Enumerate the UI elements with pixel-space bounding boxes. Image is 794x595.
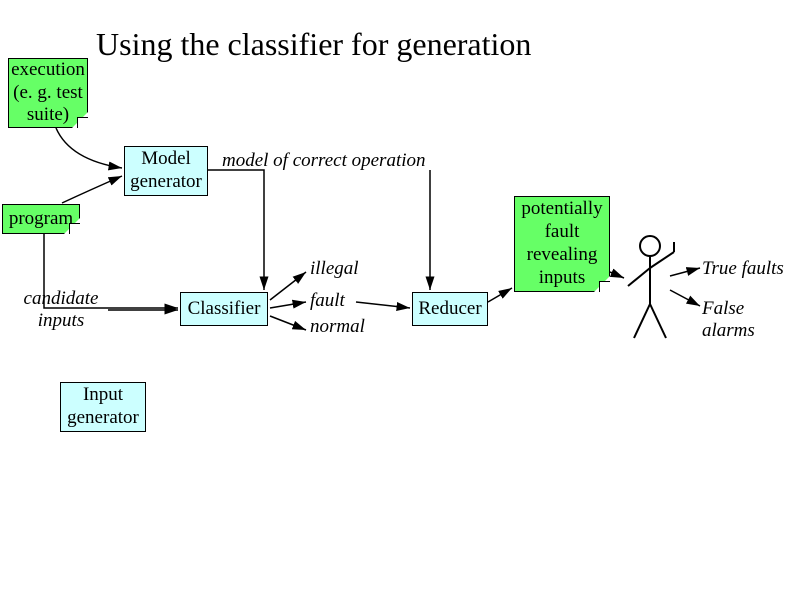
- model-gen-line2: generator: [130, 171, 202, 194]
- potential-l2: fault: [545, 221, 580, 244]
- label-true-faults: True faults: [702, 258, 784, 280]
- label-illegal: illegal: [310, 258, 359, 280]
- execution-line2: (e. g. test: [13, 82, 83, 105]
- label-normal: normal: [310, 316, 365, 338]
- node-classifier: Classifier: [180, 292, 268, 326]
- execution-line3: suite): [27, 104, 69, 127]
- node-program: program: [2, 204, 80, 234]
- reducer-label: Reducer: [418, 298, 481, 321]
- potential-l4: inputs: [539, 267, 585, 290]
- node-input-generator: Input generator: [60, 382, 146, 432]
- stick-figure-reviewer: [624, 234, 684, 344]
- candidate-l1: candidate: [24, 288, 99, 309]
- node-potential-inputs: potentially fault revealing inputs: [514, 196, 610, 292]
- node-execution: execution (e. g. test suite): [8, 58, 88, 128]
- label-model-correct: model of correct operation: [222, 150, 426, 172]
- node-model-generator: Model generator: [124, 146, 208, 196]
- potential-l3: revealing: [527, 244, 598, 267]
- label-fault: fault: [310, 290, 345, 312]
- slide-title: Using the classifier for generation: [96, 26, 531, 63]
- program-label: program: [9, 208, 73, 231]
- candidate-l2: inputs: [38, 310, 84, 331]
- input-gen-l2: generator: [67, 407, 139, 430]
- input-gen-l1: Input: [83, 384, 123, 407]
- label-candidate-inputs: candidate inputs: [16, 288, 106, 332]
- potential-l1: potentially: [521, 198, 602, 221]
- classifier-label: Classifier: [188, 298, 261, 321]
- node-reducer: Reducer: [412, 292, 488, 326]
- model-gen-line1: Model: [141, 148, 191, 171]
- label-false-alarms: False alarms: [702, 298, 794, 342]
- execution-line1: execution: [11, 59, 85, 82]
